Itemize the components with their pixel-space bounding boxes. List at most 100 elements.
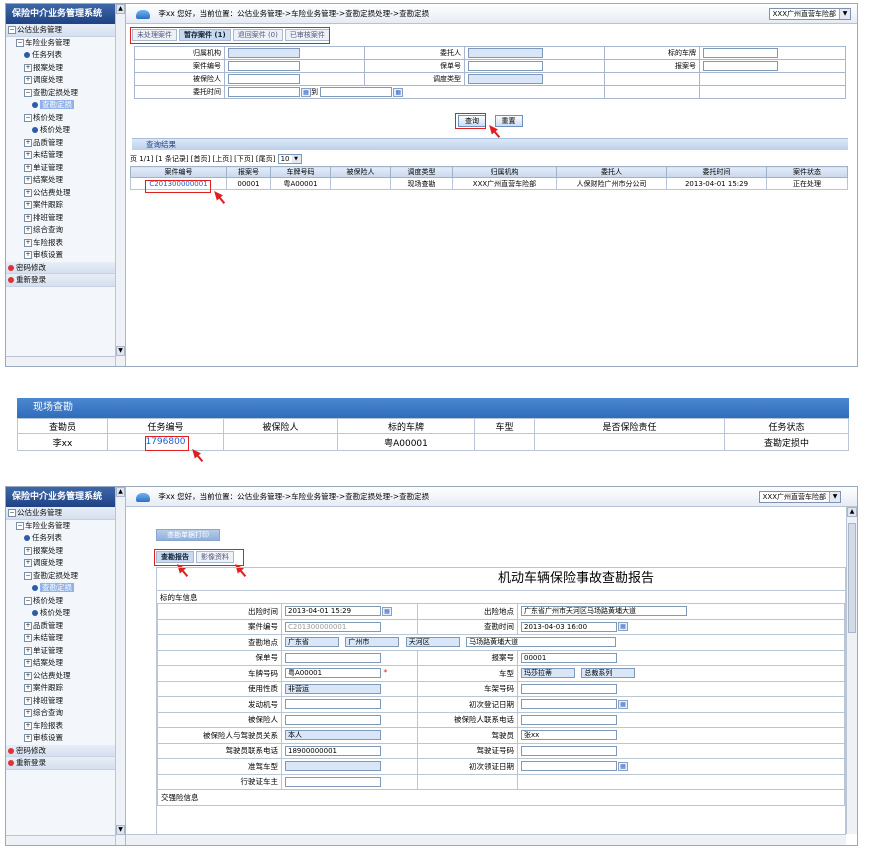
sidebar-item[interactable]: 查勘定损 xyxy=(6,582,125,595)
accident-place-input[interactable]: 广东省广州市天河区马场路黄埔大道 xyxy=(521,606,687,617)
sidebar-item[interactable]: − 车险业务管理 xyxy=(6,37,125,50)
sidebar-item[interactable]: 重新登录 xyxy=(6,274,125,287)
sidebar-item[interactable]: + 案件跟踪 xyxy=(6,682,125,695)
first-license-input[interactable] xyxy=(521,761,617,772)
sidebar-item[interactable]: + 报案处理 xyxy=(6,62,125,75)
sidebar-item[interactable]: + 调度处理 xyxy=(6,74,125,87)
case-input[interactable] xyxy=(228,61,300,71)
district-select[interactable]: 天河区 xyxy=(405,637,460,648)
scroll-up-icon[interactable]: ▲ xyxy=(847,507,857,517)
calendar-icon[interactable]: ▦ xyxy=(301,87,311,97)
usage-select[interactable]: 非营运 xyxy=(285,683,381,694)
sidebar-item[interactable]: + 品质管理 xyxy=(6,137,125,150)
engine-input[interactable] xyxy=(285,699,381,710)
sidebar-item[interactable]: − 查勘定损处理 xyxy=(6,87,125,100)
accident-time-input[interactable]: 2013-04-01 15:29 xyxy=(285,606,381,617)
calendar-icon[interactable]: ▦ xyxy=(618,761,628,771)
sidebar-item[interactable]: + 排班管理 xyxy=(6,212,125,225)
sidebar-item[interactable]: + 案件跟踪 xyxy=(6,199,125,212)
sidebar-item[interactable]: + 单证管理 xyxy=(6,645,125,658)
sidebar-item[interactable]: − 核价处理 xyxy=(6,112,125,125)
time-to-input[interactable] xyxy=(320,87,393,97)
page-size-select[interactable]: 10 ▼ xyxy=(277,154,302,164)
branch-select[interactable]: XXX广州直营车险部 ▼ xyxy=(758,491,841,503)
sidebar-item[interactable]: + 审核设置 xyxy=(6,732,125,745)
calendar-icon[interactable]: ▦ xyxy=(382,606,392,616)
insured-input[interactable] xyxy=(285,714,381,725)
license-label: 驾驶证号码 xyxy=(417,742,518,759)
sidebar-item[interactable]: + 车险报表 xyxy=(6,237,125,250)
time-from-input[interactable] xyxy=(228,87,300,97)
table-cell xyxy=(474,433,535,451)
sidebar-item[interactable]: 密码修改 xyxy=(6,744,125,757)
sidebar-hscrollbar[interactable] xyxy=(6,835,115,845)
survey-time-input[interactable]: 2013-04-03 16:00 xyxy=(521,621,617,632)
sidebar-item[interactable]: − 公估业务管理 xyxy=(6,24,125,37)
dispatch-select[interactable] xyxy=(468,74,543,84)
scroll-thumb[interactable] xyxy=(848,523,856,633)
org-input[interactable] xyxy=(228,48,300,58)
calendar-icon[interactable]: ▦ xyxy=(618,622,628,632)
sidebar-item[interactable]: 任务列表 xyxy=(6,532,125,545)
sidebar-item[interactable]: + 排班管理 xyxy=(6,695,125,708)
sidebar-item[interactable]: 核价处理 xyxy=(6,607,125,620)
main-hscrollbar[interactable] xyxy=(126,834,846,845)
sidebar-item[interactable]: + 结案处理 xyxy=(6,657,125,670)
sidebar-item[interactable]: 密码修改 xyxy=(6,261,125,274)
sidebar-item[interactable]: − 车险业务管理 xyxy=(6,520,125,533)
branch-select[interactable]: XXX广州直营车险部 ▼ xyxy=(768,8,851,20)
sidebar-item[interactable]: 查勘定损 xyxy=(6,99,125,112)
calendar-icon[interactable]: ▦ xyxy=(393,87,404,97)
calendar-icon[interactable]: ▦ xyxy=(618,699,628,709)
sidebar-item[interactable]: + 品质管理 xyxy=(6,620,125,633)
insured-input[interactable] xyxy=(228,74,300,84)
sidebar-hscrollbar[interactable] xyxy=(6,356,115,366)
insured-phone-input[interactable] xyxy=(521,714,617,725)
owner-label: 行驶证车主 xyxy=(157,773,282,790)
print-area: 查勘单据打印 xyxy=(156,529,220,541)
print-button[interactable]: 查勘单据打印 xyxy=(156,529,220,541)
sidebar-item[interactable]: + 报案处理 xyxy=(6,545,125,558)
main-vscrollbar[interactable]: ▲ xyxy=(846,507,857,834)
policy-input[interactable] xyxy=(285,652,381,663)
sidebar-item[interactable]: + 未结管理 xyxy=(6,632,125,645)
plate-input[interactable] xyxy=(703,48,778,58)
sidebar-item[interactable]: + 未结管理 xyxy=(6,149,125,162)
report-input[interactable] xyxy=(703,61,778,71)
province-select[interactable]: 广东省 xyxy=(285,637,339,648)
sidebar-item[interactable]: 重新登录 xyxy=(6,757,125,770)
first-reg-input[interactable] xyxy=(521,699,617,710)
sidebar-item[interactable]: + 审核设置 xyxy=(6,249,125,262)
sidebar-item[interactable]: − 查勘定损处理 xyxy=(6,570,125,583)
sidebar-item[interactable]: + 公估费处理 xyxy=(6,187,125,200)
policy-input[interactable] xyxy=(468,61,543,71)
sidebar-item[interactable]: + 公估费处理 xyxy=(6,670,125,683)
street-input[interactable]: 马场路黄埔大道 xyxy=(466,637,617,648)
series-select[interactable]: 总裁系列 xyxy=(581,668,636,679)
sidebar-item[interactable]: + 调度处理 xyxy=(6,557,125,570)
sidebar-item[interactable]: + 结案处理 xyxy=(6,174,125,187)
license-input[interactable] xyxy=(521,745,617,756)
driver-input[interactable]: 张xx xyxy=(521,730,617,741)
plate-input[interactable]: 粤A00001 xyxy=(285,668,381,679)
sidebar-item[interactable]: + 单证管理 xyxy=(6,162,125,175)
sidebar-scrollbar[interactable]: ▲ ▼ xyxy=(115,4,125,366)
sidebar-item[interactable]: − 公估业务管理 xyxy=(6,507,125,520)
vehicle-class-select[interactable] xyxy=(285,761,381,772)
sidebar-item[interactable]: + 车险报表 xyxy=(6,720,125,733)
sidebar-scrollbar[interactable]: ▲ ▼ xyxy=(115,487,125,845)
relation-select[interactable]: 本人 xyxy=(285,730,381,741)
sidebar-item[interactable]: 核价处理 xyxy=(6,124,125,137)
brand-select[interactable]: 玛莎拉蒂 xyxy=(521,668,575,679)
principal-input[interactable] xyxy=(468,48,543,58)
sidebar-item[interactable]: + 综合查询 xyxy=(6,707,125,720)
sidebar-item-label: 重新登录 xyxy=(16,275,46,284)
city-select[interactable]: 广州市 xyxy=(345,637,400,648)
frame-input[interactable] xyxy=(521,683,617,694)
sidebar-item[interactable]: + 综合查询 xyxy=(6,224,125,237)
sidebar-item[interactable]: 任务列表 xyxy=(6,49,125,62)
driver-phone-input[interactable]: 18900000001 xyxy=(285,745,381,756)
sidebar-item[interactable]: − 核价处理 xyxy=(6,595,125,608)
reset-button[interactable]: 重置 xyxy=(494,115,523,127)
owner-input[interactable] xyxy=(285,776,381,787)
